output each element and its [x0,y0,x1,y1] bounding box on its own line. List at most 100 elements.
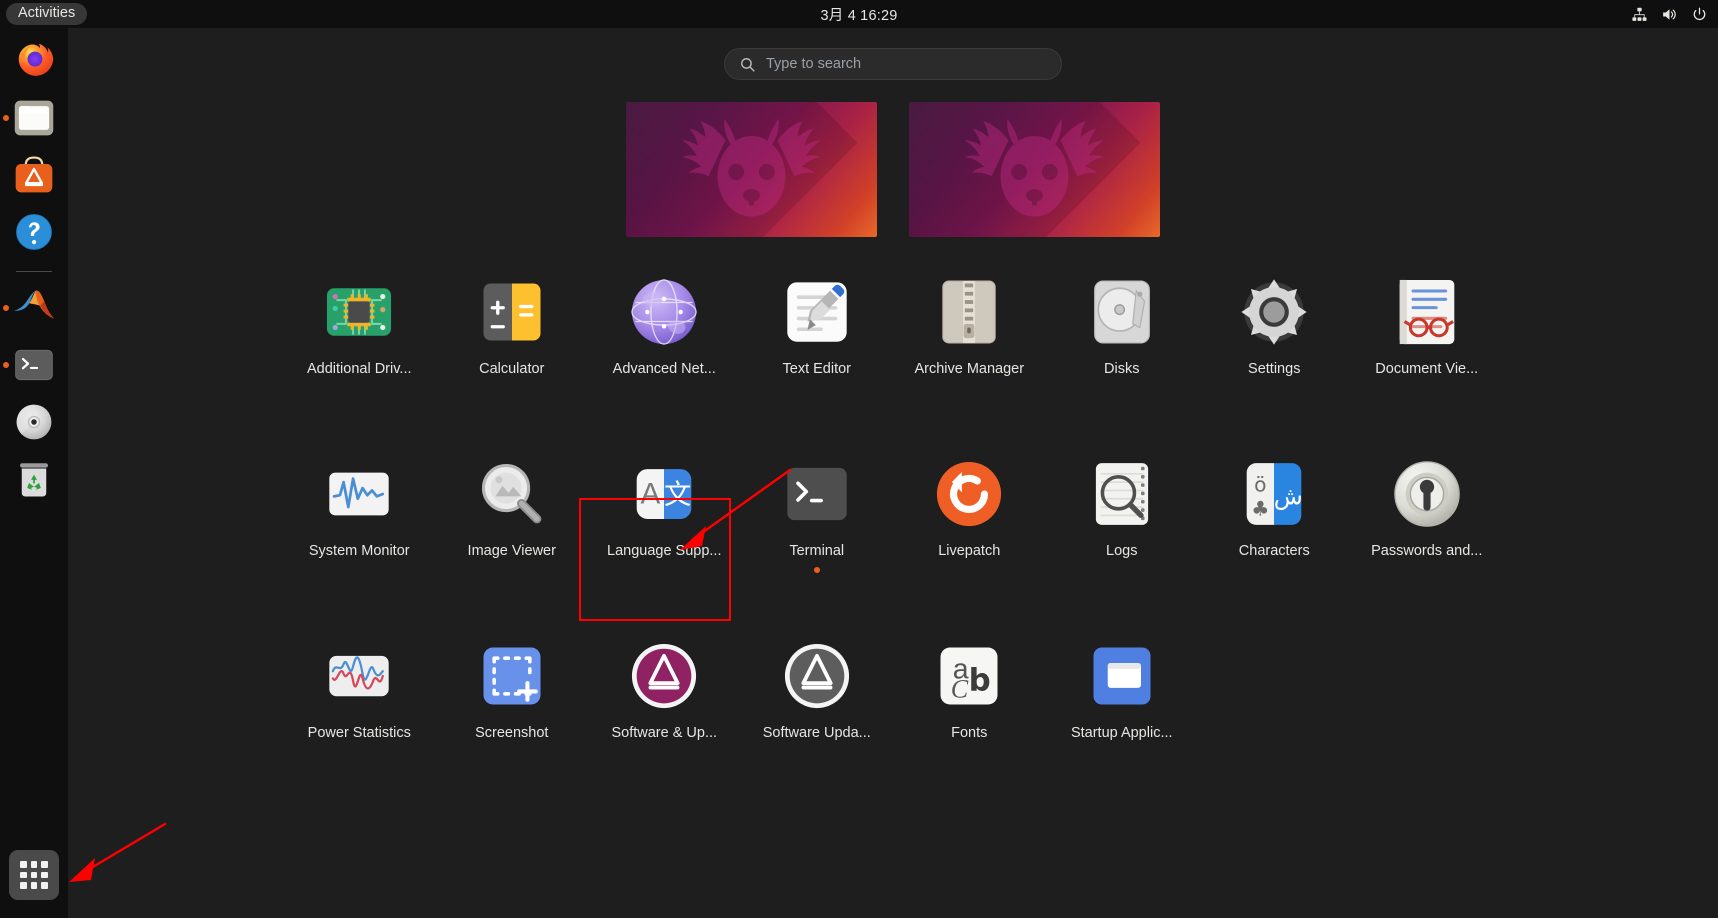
terminal-icon [779,456,855,532]
app-additional-drivers[interactable]: Additional Driv... [283,268,436,382]
search-area: Type to search [68,48,1718,80]
running-indicator [3,115,9,121]
dock-item-files[interactable] [3,93,59,143]
dock [0,28,68,918]
grid-dot [30,871,38,879]
app-screenshot[interactable]: Screenshot [436,632,589,746]
app-label: Archive Manager [914,361,1025,377]
software-and-updates-icon [626,638,702,714]
clock[interactable]: 3月 4 16:29 [759,4,959,25]
additional-drivers-icon [321,274,397,350]
archive-manager-icon [931,274,1007,350]
disks-icon [1084,274,1160,350]
livepatch-icon [931,456,1007,532]
svg-text:A: A [641,477,661,510]
app-startup-applications[interactable]: Startup Applic... [1046,632,1199,746]
grid-spacer [1198,632,1351,746]
dock-item-trash[interactable] [9,454,59,504]
app-label: Fonts [951,724,988,741]
app-calculator[interactable]: Calculator [436,268,589,382]
power-icon[interactable] [1691,6,1708,23]
app-settings[interactable]: Settings [1198,268,1351,382]
dock-item-matlab[interactable] [3,283,59,333]
running-indicator [3,305,9,311]
top-bar: Activities 3月 4 16:29 [0,0,1718,28]
dock-item-help[interactable] [9,207,59,257]
dock-separator [16,271,52,272]
app-text-editor[interactable]: Text Editor [741,268,894,382]
app-label: Disks [1104,361,1140,377]
app-label: Text Editor [782,361,852,377]
dock-item-disc[interactable] [9,397,59,447]
svg-text:♣: ♣ [1252,496,1270,520]
app-logs[interactable]: Logs [1046,450,1199,564]
running-indicator [3,362,9,368]
app-label: Livepatch [938,542,1001,559]
app-document-viewer[interactable]: Document Vie... [1351,268,1504,382]
language-support-icon: A 文 [626,456,702,532]
workspace-thumbnails [68,102,1718,237]
advanced-network-icon [626,274,702,350]
app-software-updater[interactable]: Software Upda... [741,632,894,746]
app-label: System Monitor [308,542,410,559]
dock-item-terminal[interactable] [3,340,59,390]
app-label: Terminal [789,542,845,559]
grid-dot [20,871,27,879]
app-archive-manager[interactable]: Archive Manager [893,268,1046,382]
show-applications-button[interactable] [9,850,59,900]
app-language-support[interactable]: A 文 Language Supp... [588,450,741,564]
svg-text:ش: ش [1274,483,1303,511]
app-advanced-network[interactable]: Advanced Net... [588,268,741,382]
workspace-thumbnail-1[interactable] [626,102,877,237]
workspace-thumbnail-2[interactable] [909,102,1160,237]
volume-icon[interactable] [1661,6,1678,23]
app-label: Software & Up... [611,724,718,741]
characters-icon: ö ♣ ش [1236,456,1312,532]
app-passwords-and-keys[interactable]: Passwords and... [1351,450,1504,564]
app-image-viewer[interactable]: Image Viewer [436,450,589,564]
image-viewer-icon [474,456,550,532]
passwords-and-keys-icon [1389,456,1465,532]
app-label: Language Supp... [607,542,722,559]
text-editor-icon [779,274,855,350]
app-fonts[interactable]: a b C Fonts [893,632,1046,746]
grid-spacer [1351,632,1504,746]
wallpaper-lemur [965,119,1104,217]
startup-applications-icon [1084,638,1160,714]
grid-dot [30,861,38,868]
app-label: Additional Driv... [307,361,412,377]
search-input[interactable]: Type to search [724,48,1062,80]
svg-text:ö: ö [1254,473,1266,497]
svg-text:C: C [951,674,969,703]
app-system-monitor[interactable]: System Monitor [283,450,436,564]
grid-dot [20,861,27,868]
app-label: Advanced Net... [612,361,716,377]
network-icon[interactable] [1631,6,1648,23]
app-characters[interactable]: ö ♣ ش Characters [1198,450,1351,564]
logs-icon [1084,456,1160,532]
grid-dot [41,861,48,868]
grid-dot [41,871,48,879]
app-label: Logs [1106,542,1138,559]
app-software-and-updates[interactable]: Software & Up... [588,632,741,746]
app-label: Image Viewer [467,542,556,559]
running-indicator [813,566,820,573]
app-terminal[interactable]: Terminal [741,450,894,573]
app-label: Document Vie... [1375,361,1479,377]
dock-item-ubuntu-software[interactable] [9,150,59,200]
app-power-statistics[interactable]: Power Statistics [283,632,436,746]
software-updater-icon [779,638,855,714]
power-statistics-icon [321,638,397,714]
app-livepatch[interactable]: Livepatch [893,450,1046,564]
app-label: Software Upda... [762,724,871,741]
screenshot-icon [474,638,550,714]
fonts-icon: a b C [931,638,1007,714]
system-monitor-icon [321,456,397,532]
dock-item-firefox[interactable] [9,36,59,86]
svg-text:文: 文 [664,479,691,510]
calculator-icon [474,274,550,350]
app-label: Startup Applic... [1070,724,1173,741]
app-disks[interactable]: Disks [1046,268,1199,382]
wallpaper-lemur [682,119,821,217]
activities-button[interactable]: Activities [6,3,88,25]
